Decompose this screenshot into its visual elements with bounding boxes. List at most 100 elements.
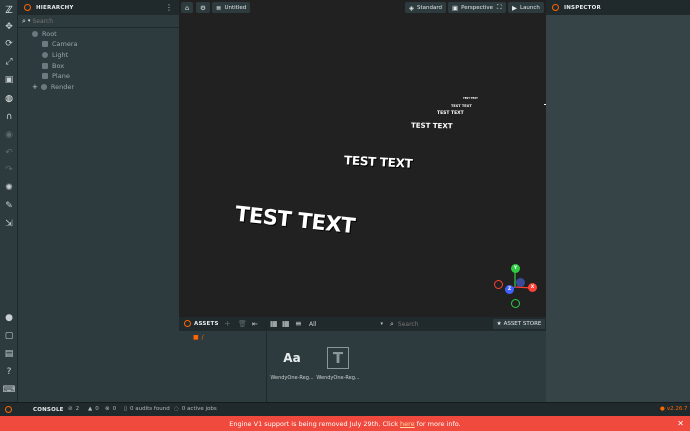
hierarchy-search: ⌕ ▾ [18, 16, 179, 26]
cube-icon: ◈ [409, 3, 414, 12]
folder-root[interactable]: ■ / [193, 334, 204, 341]
info-count[interactable]: ⊗ 0 [105, 406, 116, 412]
hierarchy-search-input[interactable] [32, 16, 163, 26]
asset-store-label: ASSET STORE [503, 321, 542, 327]
collapse-icon[interactable] [552, 4, 559, 11]
font-asset-icon: Aa [283, 351, 301, 365]
home-button[interactable]: ⌂ [181, 2, 194, 13]
banner-text-end: for more info. [416, 419, 461, 428]
scene-text: TEST TEXT [437, 111, 464, 116]
asset-store-button[interactable]: ★ ASSET STORE [493, 319, 545, 329]
asset-label: WendyOne-Reg... [270, 375, 314, 381]
hierarchy-item-render[interactable]: + Render [32, 82, 74, 92]
collapse-icon[interactable] [5, 406, 12, 413]
resize-icon[interactable]: ▣ [3, 74, 15, 86]
main-toolbar: ℤ ✥ ⟳ ⤢ ▣ ◍ ∩ ◉ ↶ ↷ ✺ ✎ ⇲ ● ▢ ▤ ? ⌨ [0, 0, 18, 402]
gizmo-neg-z[interactable] [516, 278, 525, 287]
version-info[interactable]: ● v2.26.7 [660, 406, 688, 412]
code-editor-icon[interactable]: ✎ [3, 200, 15, 212]
asset-filter-select[interactable]: All ▾ [305, 319, 385, 329]
jobs-label: 0 active jobs [181, 406, 217, 412]
hierarchy-item-light[interactable]: Light [42, 50, 68, 60]
snap-icon[interactable]: ∩ [3, 111, 15, 123]
assets-panel: ASSETS + 🗑 ⇤ ▦ ▦ ≡ All ▾ ⌕ ★ ASSET STORE… [179, 317, 546, 402]
gizmo-z[interactable]: Z [505, 285, 514, 294]
grid-large-icon[interactable]: ▦ [282, 319, 290, 328]
gizmo-y[interactable]: Y [511, 264, 520, 273]
gizmo-x[interactable]: X [528, 283, 537, 292]
banner-text: Engine V1 support is being removed July … [229, 419, 398, 428]
banner-link[interactable]: here [400, 420, 415, 428]
close-icon[interactable]: ✕ [677, 419, 684, 428]
asset-item[interactable]: Aa WendyOne-Reg... [270, 345, 314, 391]
star-icon: ★ [496, 321, 502, 327]
collapse-icon[interactable] [24, 4, 31, 11]
scenes-button[interactable]: ≣ Untitled [212, 2, 251, 13]
version-icon: ● [660, 406, 665, 412]
hierarchy-item-plane[interactable]: Plane [42, 71, 70, 81]
shading-button[interactable]: ◈ Standard [405, 2, 447, 13]
list-view-icon[interactable]: ≡ [295, 319, 302, 328]
fullscreen-button[interactable]: ⛶ [493, 2, 506, 13]
scene-text: TEST TEXT [410, 121, 453, 131]
back-icon[interactable]: ⇤ [252, 320, 258, 328]
scale-icon[interactable]: ⤢ [3, 56, 15, 68]
delete-icon[interactable]: 🗑 [238, 320, 247, 328]
error-count-value: 2 [75, 406, 80, 412]
add-icon[interactable]: + [224, 319, 231, 328]
keyboard-icon[interactable]: ⌨ [3, 384, 16, 396]
assets-title: ASSETS [194, 321, 219, 327]
viewport-canvas[interactable]: TEST TEXT TEST TEXT TEST TEXT TEST TEXT … [179, 15, 546, 317]
inspector-title: INSPECTOR [564, 4, 601, 11]
light-icon [42, 52, 48, 58]
redo-icon[interactable]: ↷ [3, 164, 15, 176]
launch-button[interactable]: ▶ Launch [508, 2, 544, 13]
undo-icon[interactable]: ↶ [3, 147, 15, 159]
launch-label: Launch [520, 4, 540, 11]
box-icon [42, 63, 48, 69]
audits-status[interactable]: ▯ 0 audits found [124, 406, 170, 412]
hierarchy-item-root[interactable]: Root [32, 29, 57, 39]
chevron-down-icon[interactable]: ▾ [28, 18, 31, 24]
collapse-icon[interactable] [184, 320, 191, 327]
error-count[interactable]: ⊘ 2 [68, 406, 79, 412]
publish-icon[interactable]: ⇲ [3, 218, 15, 230]
github-icon[interactable]: ● [3, 312, 15, 324]
help-icon[interactable]: ? [3, 366, 15, 378]
gizmo-neg-x[interactable] [494, 280, 503, 289]
hierarchy-item-box[interactable]: Box [42, 61, 64, 71]
warning-count[interactable]: ▲ 0 [88, 406, 99, 412]
discord-icon[interactable]: ▢ [3, 330, 15, 342]
asset-item[interactable]: T WendyOne-Reg... [316, 345, 360, 391]
console-bar: CONSOLE ⊘ 2 ▲ 0 ⊗ 0 ▯ 0 audits found ◌ 0 acti… [0, 402, 690, 416]
play-icon: ▶ [512, 3, 517, 12]
menu-icon[interactable]: ⋮ [165, 3, 173, 12]
chat-icon[interactable]: ▤ [3, 348, 15, 360]
world-icon[interactable]: ◍ [3, 93, 15, 105]
settings-button[interactable]: ⚙ [196, 2, 210, 13]
camera-button[interactable]: ▣ Perspective [448, 2, 498, 13]
assets-header: ASSETS + 🗑 ⇤ ▦ ▦ ≡ All ▾ ⌕ ★ ASSET STORE [179, 317, 546, 331]
asset-search-input[interactable] [397, 319, 488, 329]
grid-small-icon[interactable]: ▦ [270, 319, 278, 328]
logo-icon[interactable]: ℤ [3, 4, 15, 16]
hierarchy-item-camera[interactable]: Camera [42, 39, 78, 49]
gizmo-neg-y[interactable] [511, 299, 520, 308]
warning-icon: ▲ [88, 406, 93, 412]
list-icon: ≣ [216, 3, 222, 12]
bake-lighting-icon[interactable]: ✺ [3, 182, 15, 194]
rotate-icon[interactable]: ⟳ [3, 38, 15, 50]
axis-gizmo[interactable]: Y X Z [494, 263, 540, 311]
version-label: v2.26.7 [666, 406, 688, 412]
inspector-panel: INSPECTOR [546, 0, 690, 402]
clipboard-icon: ▯ [124, 406, 128, 412]
jobs-status[interactable]: ◌ 0 active jobs [174, 406, 217, 412]
focus-icon[interactable]: ◉ [3, 129, 15, 141]
plane-icon [42, 73, 48, 79]
expand-icon[interactable]: + [32, 83, 38, 91]
move-icon[interactable]: ✥ [3, 21, 15, 33]
scene-text: TEST TEXT [451, 104, 472, 108]
camera-icon [42, 41, 48, 47]
hierarchy-item-label: Box [52, 62, 65, 70]
scene-text: TEST TEXT [463, 97, 478, 100]
